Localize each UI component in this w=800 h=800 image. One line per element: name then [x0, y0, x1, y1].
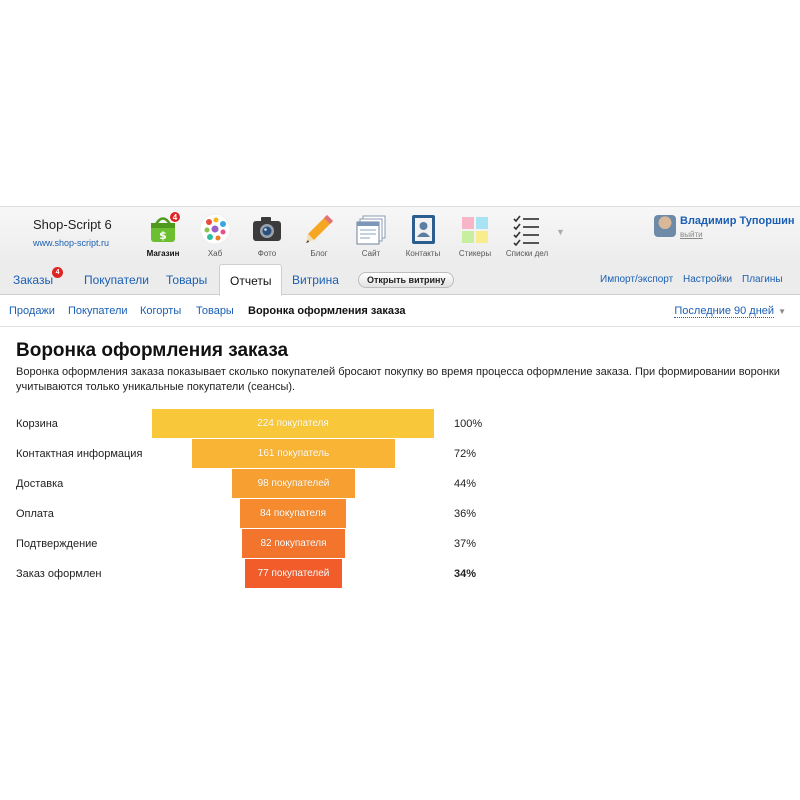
app-label: Блог	[310, 249, 328, 258]
funnel-bar: 82 покупателя	[242, 529, 345, 558]
store-badge: 4	[169, 211, 181, 223]
app-blog[interactable]: Блог	[293, 211, 345, 263]
app-stickies[interactable]: Стикеры	[449, 211, 501, 263]
brand: Shop-Script 6 www.shop-script.ru	[33, 217, 112, 248]
logout-link[interactable]: выйти	[680, 230, 795, 239]
funnel-percent: 34%	[454, 568, 477, 580]
funnel-row: Корзина 224 покупателя 100%	[0, 409, 800, 439]
subnav-sales[interactable]: Продажи	[9, 296, 55, 327]
funnel-percent: 37%	[454, 538, 477, 550]
svg-text:$: $	[159, 229, 167, 242]
tab-plugins[interactable]: Плагины	[742, 264, 783, 295]
funnel-row: Доставка 98 покупателей 44%	[0, 469, 800, 499]
app-checklists[interactable]: Списки дел	[501, 211, 553, 263]
page-title: Воронка оформления заказа	[16, 340, 289, 361]
funnel-percent: 72%	[454, 448, 477, 460]
funnel-bar: 84 покупателя	[240, 499, 346, 528]
app-bar: Shop-Script 6 www.shop-script.ru $ 4 Маг…	[0, 206, 800, 264]
funnel-stage-label: Доставка	[16, 478, 64, 490]
tab-customers[interactable]: Покупатели	[84, 264, 149, 295]
funnel-bar: 77 покупателей	[245, 559, 342, 588]
funnel-row: Подтверждение 82 покупателя 37%	[0, 529, 800, 559]
subnav-products[interactable]: Товары	[196, 296, 234, 327]
chevron-down-icon: ▼	[778, 307, 786, 316]
app-hub[interactable]: Хаб	[189, 211, 241, 263]
web-pages-icon	[353, 211, 389, 247]
funnel-row: Заказ оформлен 77 покупателей 34%	[0, 559, 800, 589]
camera-icon	[249, 211, 285, 247]
user-menu: Владимир Тупоршин выйти	[654, 215, 795, 239]
funnel-stage-label: Подтверждение	[16, 538, 98, 550]
app-site[interactable]: Сайт	[345, 211, 397, 263]
app-label: Сайт	[361, 249, 381, 258]
app-photos[interactable]: Фото	[241, 211, 293, 263]
tab-orders[interactable]: Заказы 4	[13, 264, 64, 295]
pencil-icon	[301, 211, 337, 247]
app-launcher: $ 4 Магазин Хаб Фото Блог Сайт Контакты …	[137, 211, 553, 263]
period-label: Последние 90 дней	[674, 305, 775, 318]
app-contacts[interactable]: Контакты	[397, 211, 449, 263]
app-label: Фото	[257, 249, 277, 258]
funnel-stage-label: Корзина	[16, 418, 58, 430]
tab-orders-label: Заказы	[13, 273, 54, 287]
subnav-checkout-funnel[interactable]: Воронка оформления заказа	[248, 296, 406, 327]
reports-subnav: Продажи Покупатели Когорты Товары Воронк…	[0, 296, 800, 327]
app-store[interactable]: $ 4 Магазин	[137, 211, 189, 263]
funnel-bar: 161 покупатель	[192, 439, 395, 468]
checkout-funnel-chart: Корзина 224 покупателя 100% Контактная инфо…	[0, 409, 800, 589]
funnel-percent: 44%	[454, 478, 477, 490]
orders-badge: 4	[52, 267, 64, 278]
address-book-icon	[405, 211, 441, 247]
funnel-bar: 98 покупателей	[232, 469, 355, 498]
tab-import-export[interactable]: Импорт/экспорт	[600, 264, 673, 295]
period-selector[interactable]: Последние 90 дней ▼	[674, 296, 786, 327]
funnel-stage-label: Оплата	[16, 508, 54, 520]
open-storefront-button[interactable]: Открыть витрину	[358, 272, 455, 288]
tab-settings[interactable]: Настройки	[683, 264, 732, 295]
app-label: Стикеры	[458, 249, 492, 258]
sticky-notes-icon	[457, 211, 493, 247]
user-name-link[interactable]: Владимир Тупоршин	[680, 215, 795, 227]
subnav-cohorts[interactable]: Когорты	[140, 296, 181, 327]
brand-url-link[interactable]: www.shop-script.ru	[33, 238, 112, 248]
app-label: Магазин	[146, 249, 180, 258]
app-label: Хаб	[207, 249, 223, 258]
funnel-stage-label: Контактная информация	[16, 448, 143, 460]
app-label: Контакты	[405, 249, 441, 258]
primary-tabs: Заказы 4 Покупатели Товары Отчеты Витрин…	[0, 264, 800, 296]
tab-reports[interactable]: Отчеты	[219, 264, 283, 296]
tab-storefront[interactable]: Витрина	[292, 264, 339, 295]
funnel-percent: 36%	[454, 508, 477, 520]
app-label: Списки дел	[505, 249, 549, 258]
funnel-row: Контактная информация 161 покупатель 72%	[0, 439, 800, 469]
funnel-stage-label: Заказ оформлен	[16, 568, 102, 580]
tab-products[interactable]: Товары	[166, 264, 207, 295]
avatar[interactable]	[654, 215, 676, 237]
more-apps-chevron-down-icon[interactable]: ▼	[556, 227, 565, 237]
bubbles-icon	[197, 211, 233, 247]
funnel-percent: 100%	[454, 418, 483, 430]
report-description: Воронка оформления заказа показывает ско…	[16, 366, 780, 393]
funnel-row: Оплата 84 покупателя 36%	[0, 499, 800, 529]
brand-title: Shop-Script 6	[33, 217, 112, 232]
funnel-bar: 224 покупателя	[152, 409, 434, 438]
checklist-icon	[509, 211, 545, 247]
subnav-customers[interactable]: Покупатели	[68, 296, 128, 327]
